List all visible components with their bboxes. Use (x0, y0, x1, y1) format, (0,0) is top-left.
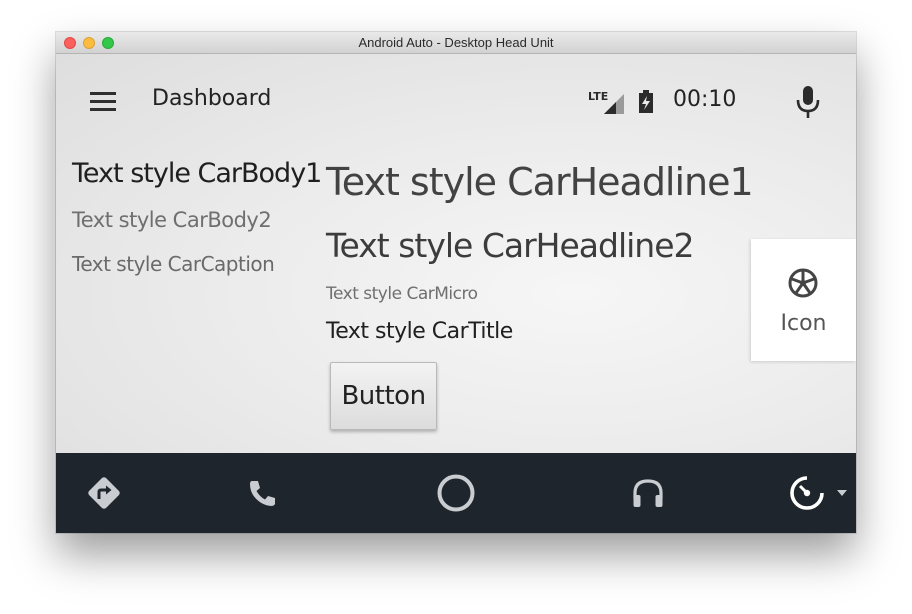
hamburger-menu-icon[interactable] (88, 90, 118, 112)
window-title: Android Auto - Desktop Head Unit (358, 35, 554, 50)
car-body1-text: Text style CarBody1 (72, 158, 322, 189)
lte-signal-icon: LTE (588, 88, 628, 116)
directions-icon[interactable] (84, 473, 124, 513)
phone-icon[interactable] (243, 473, 283, 513)
car-headline2-text: Text style CarHeadline2 (326, 226, 695, 265)
network-label: LTE (588, 90, 608, 103)
car-headline1-text: Text style CarHeadline1 (326, 160, 754, 204)
icon-card[interactable]: Icon (751, 239, 856, 361)
car-body2-text: Text style CarBody2 (72, 208, 272, 232)
car-nav-bar (56, 453, 856, 533)
battery-icon (638, 90, 654, 114)
chevron-down-icon (837, 490, 847, 496)
headphones-icon[interactable] (628, 473, 668, 513)
sample-button[interactable]: Button (330, 362, 437, 430)
status-time: 00:10 (673, 87, 737, 112)
window-titlebar: Android Auto - Desktop Head Unit (56, 32, 856, 54)
speedometer-icon[interactable] (787, 473, 851, 513)
car-title-text: Text style CarTitle (326, 319, 513, 344)
car-caption-text: Text style CarCaption (72, 252, 275, 276)
app-title: Dashboard (152, 86, 272, 111)
wheel-icon (787, 267, 819, 299)
car-micro-text: Text style CarMicro (326, 284, 478, 304)
car-screen: Dashboard LTE 00:10 Text style CarBody1 … (56, 54, 856, 453)
microphone-icon[interactable] (794, 84, 822, 120)
icon-card-label: Icon (780, 311, 827, 336)
dhu-window: Android Auto - Desktop Head Unit Dashboa… (56, 32, 856, 533)
home-circle-icon[interactable] (436, 473, 476, 513)
